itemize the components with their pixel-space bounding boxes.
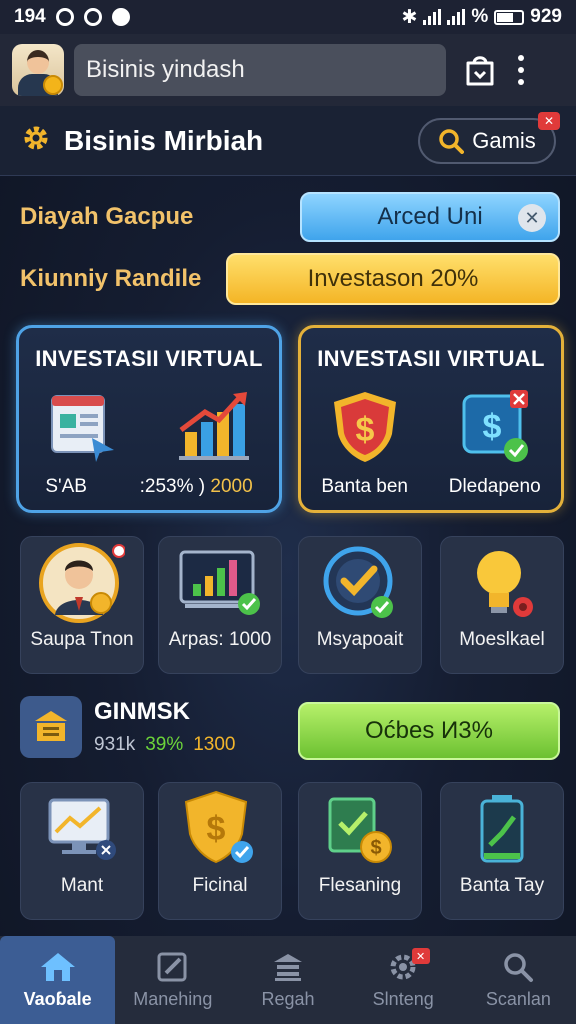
coin-icon [43,75,63,95]
cell-signal-icon [447,9,466,25]
monitor-trend-icon [48,798,116,860]
ginmsk-stat: 1300 [193,734,236,755]
nav-item-label: Manehing [133,988,213,1009]
card-caption: S'AB [45,476,87,497]
search-input[interactable]: Bisinis yindash [74,44,446,96]
card-caption: Banta ben [321,476,408,497]
nav-item-settings[interactable]: ✕ Slnteng [346,936,461,1024]
settings-badge-icon: ✕ [411,948,430,964]
section-title: Bisinis Mirbiah [64,124,264,156]
tile-goals[interactable]: Msyapoait [298,536,422,674]
svg-text:$: $ [356,411,375,449]
tile-mant[interactable]: Mant [20,782,144,920]
card-title: INVESTASII VIRTUAL [35,346,263,371]
battery-growth-icon [480,795,524,863]
filter-row: Diayah Gacpue Arced Uni ✕ [20,192,560,242]
status-time: 194 [14,6,46,27]
search-icon [504,952,534,982]
games-button-label: Gamis [472,127,536,153]
tile-analytics[interactable]: Arpas: 1000 [158,536,282,674]
tile-finance[interactable]: $ Ficinal [158,782,282,920]
svg-text:$: $ [370,837,381,859]
games-button[interactable]: Gamis ✕ [418,111,560,164]
status-bar: 194 ✱ % 929 [0,0,576,34]
wallet-check-icon: $ [462,390,528,462]
filter-row: Kiunniy Randile Investason 20% [20,253,560,305]
investment-select[interactable]: Investason 20% [226,253,560,305]
filter-label: Kiunniy Randile [20,265,202,292]
bank-building-icon [274,953,302,981]
card-caption-value: 2000 [210,476,253,497]
battery-icon [494,9,525,25]
action-button-label: Oćbes И3% [365,717,493,744]
home-icon [40,952,75,981]
checklist-coin-icon: $ [328,797,392,863]
ginmsk-stat: 39% [145,734,184,755]
bank-icon [20,696,82,758]
ginmsk-title: GINMSK [94,698,190,725]
nav-item-scan[interactable]: Scanlan [461,936,576,1024]
card-caption: Dledapeno [448,476,541,497]
nav-item-home[interactable]: Vaoɓale [0,936,116,1024]
tile-label: Saupa Tnon [30,629,134,650]
arcade-select-value: Arced Uni [377,203,483,230]
battery-value: 929 [530,6,562,27]
nav-item-label: Scanlan [485,988,551,1009]
card-caption: :253% ) [139,476,211,497]
arcade-select[interactable]: Arced Uni ✕ [300,192,560,242]
nav-item-manage[interactable]: Manehing [115,936,230,1024]
bluetooth-icon: ✱ [401,6,418,28]
avatar[interactable] [12,44,64,96]
nav-item-label: Regah [261,988,315,1009]
gear-icon [20,122,52,159]
battery-percent-sign: % [471,6,489,27]
ginmsk-stat: 931k [94,734,136,755]
shield-dollar-icon: $ [184,790,253,864]
games-badge-icon: ✕ [538,111,560,130]
tile-label: Ficinal [192,875,248,896]
tile-banta[interactable]: Banta Tay [440,782,564,920]
tile-ideas[interactable]: Moeslkael [440,536,564,674]
svg-text:$: $ [207,810,226,848]
notification-icon [111,8,130,26]
bag-icon[interactable] [462,50,498,90]
ginmsk-summary: GINMSK 931k 39% 1300 [20,696,236,758]
tile-label: Msyapoait [316,629,404,650]
nav-item-label: Vaoɓale [23,988,92,1009]
card-title: INVESTASII VIRTUAL [317,346,545,371]
tile-profile[interactable]: Saupa Tnon [20,536,144,674]
tile-label: Mant [60,875,104,896]
tile-label: Arpas: 1000 [168,629,272,650]
more-menu-icon[interactable] [518,55,524,85]
sync-icon [83,8,102,26]
search-icon [439,128,465,154]
section-header: Bisinis Mirbiah Gamis ✕ [0,106,576,176]
investment-card-virtual[interactable]: INVESTASII VIRTUAL $ $ Banta ben Dledape… [298,325,564,513]
check-target-icon [323,546,393,618]
document-icon [50,395,114,462]
edit-icon [157,952,187,981]
tile-label: Flesaning [318,875,402,896]
filter-label: Diayah Gacpue [20,203,194,230]
nav-item-label: Slnteng [372,988,434,1009]
tile-label: Banta Tay [459,875,545,896]
svg-text:$: $ [483,408,502,446]
growth-chart-icon [178,392,249,460]
investment-card-virtual[interactable]: INVESTASII VIRTUAL S'AB :253% ) 2000 [16,325,282,513]
shield-dollar-icon: $ [334,392,396,462]
app-bar: Bisinis yindash [0,34,576,106]
wifi-signal-icon [423,9,442,25]
record-icon [55,8,74,26]
tile-planning[interactable]: $ Flesaning [298,782,422,920]
action-button[interactable]: Oćbes И3% [298,702,560,760]
lightbulb-icon [477,551,533,617]
clear-icon[interactable]: ✕ [518,204,546,232]
investment-select-value: Investason 20% [307,265,479,292]
monitor-chart-icon [179,550,260,615]
tile-label: Moeslkael [459,629,545,650]
businessman-avatar-icon [39,543,125,623]
nav-item-register[interactable]: Regah [230,936,345,1024]
bottom-nav: Vaoɓale Manehing Regah ✕ Slnteng Scanlan [0,936,576,1024]
